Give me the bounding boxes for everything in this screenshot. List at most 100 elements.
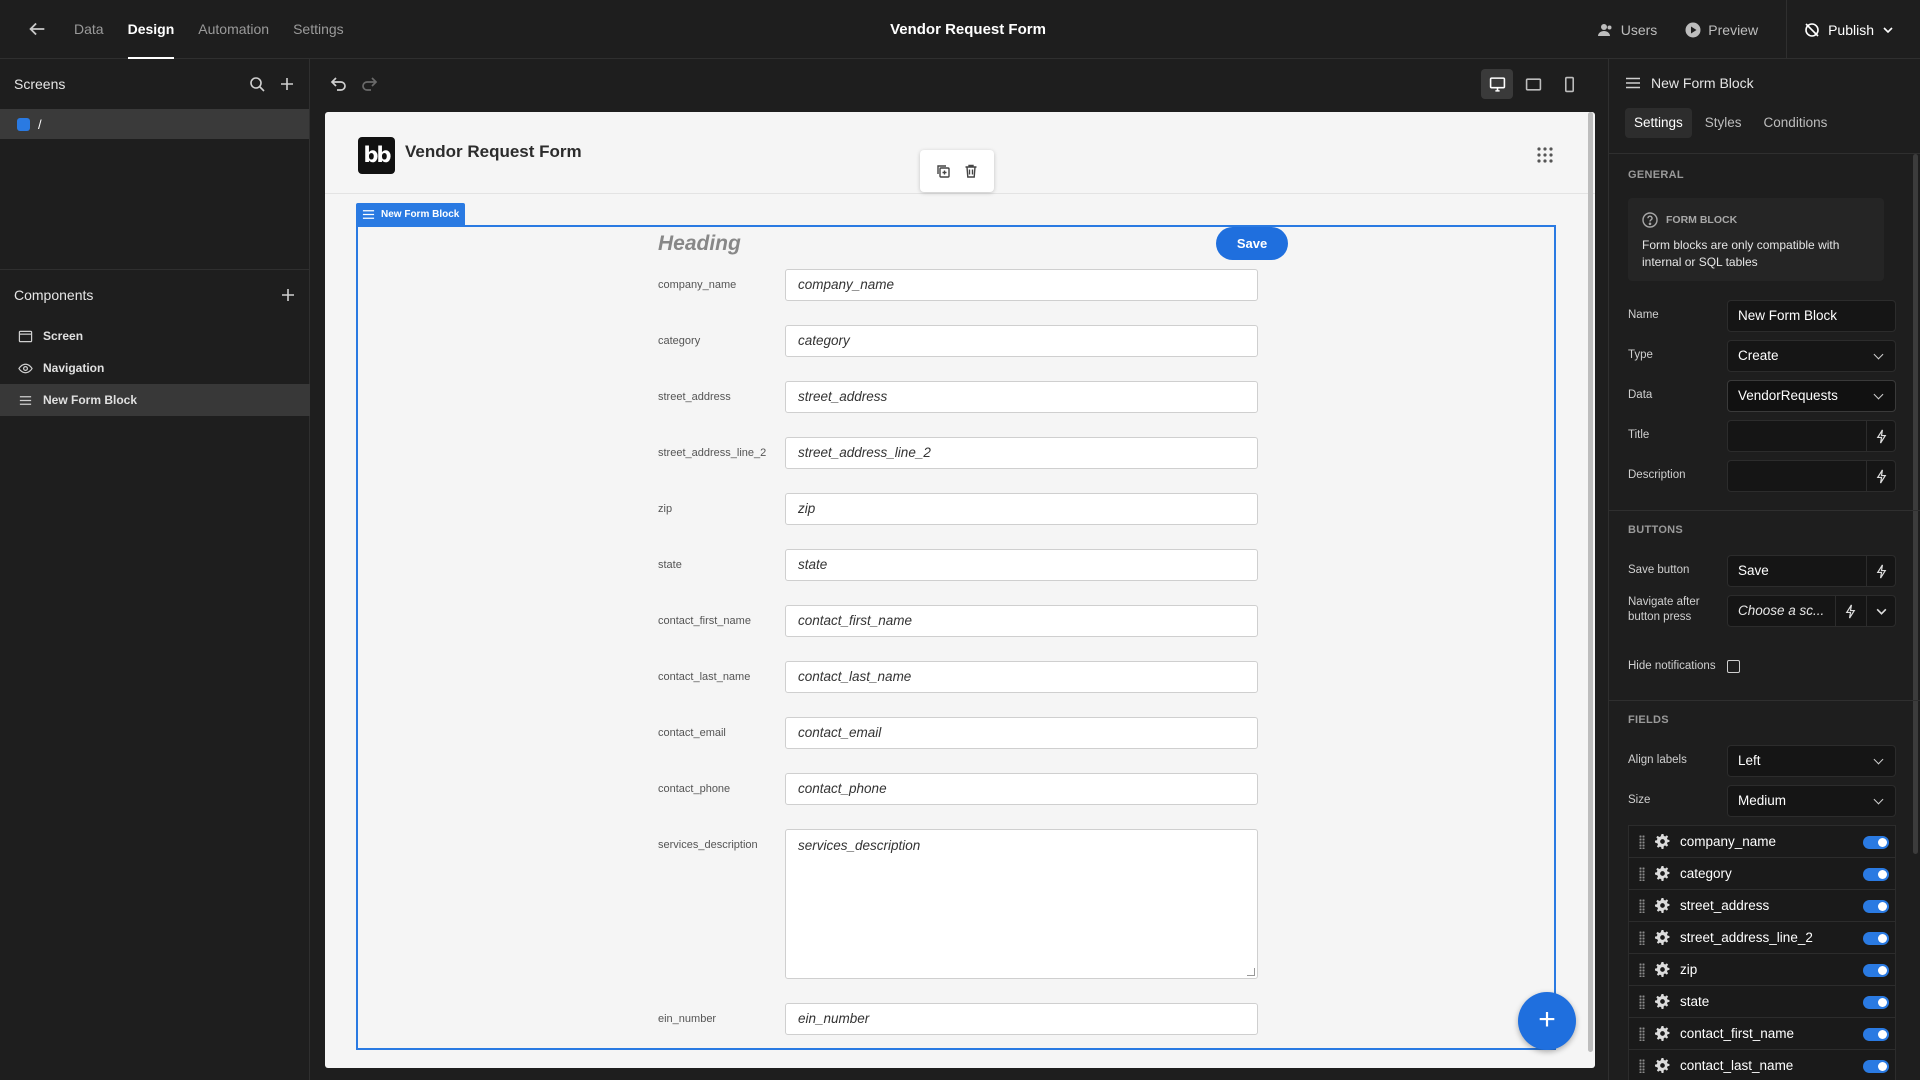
gear-icon[interactable]: [1655, 866, 1670, 881]
description-binding-button[interactable]: [1866, 460, 1896, 492]
field-label: contact_first_name: [658, 615, 751, 627]
tab-styles[interactable]: Styles: [1696, 108, 1751, 138]
publish-label: Publish: [1828, 21, 1874, 38]
type-select[interactable]: Create: [1727, 340, 1896, 372]
component-item-screen[interactable]: Screen: [0, 320, 310, 352]
field-input[interactable]: contact_last_name: [785, 661, 1258, 693]
form-block-tag[interactable]: New Form Block: [356, 203, 466, 225]
form-block-tag-label: New Form Block: [381, 208, 460, 220]
field-list-item[interactable]: state: [1628, 985, 1896, 1017]
add-component-fab[interactable]: +: [1518, 992, 1576, 1050]
size-select[interactable]: Medium: [1727, 785, 1896, 817]
field-toggle[interactable]: [1863, 1060, 1889, 1073]
field-input[interactable]: contact_phone: [785, 773, 1258, 805]
align-labels-select[interactable]: Left: [1727, 745, 1896, 777]
name-input[interactable]: New Form Block: [1727, 300, 1896, 332]
navigate-dropdown-button[interactable]: [1866, 595, 1896, 627]
field-input[interactable]: contact_email: [785, 717, 1258, 749]
field-toggle[interactable]: [1863, 868, 1889, 881]
gear-icon[interactable]: [1655, 930, 1670, 945]
eye-icon: [18, 363, 33, 373]
field-input[interactable]: category: [785, 325, 1258, 357]
form-block[interactable]: Heading Save company_name company_name c…: [356, 225, 1556, 1050]
field-input[interactable]: ein_number: [785, 1003, 1258, 1035]
undo-icon[interactable]: [328, 74, 348, 94]
field-toggle[interactable]: [1863, 900, 1889, 913]
preview-button[interactable]: Preview: [1685, 22, 1758, 38]
drag-handle-icon[interactable]: [1639, 1058, 1645, 1073]
field-input[interactable]: state: [785, 549, 1258, 581]
top-nav: Data Design Automation Settings: [74, 0, 344, 59]
add-screen-icon[interactable]: [279, 76, 295, 92]
search-icon[interactable]: [249, 76, 265, 92]
tab-data[interactable]: Data: [74, 0, 104, 59]
gear-icon[interactable]: [1655, 1026, 1670, 1041]
redo-icon[interactable]: [360, 74, 380, 94]
field-label: ein_number: [658, 1013, 717, 1025]
field-list-item[interactable]: contact_first_name: [1628, 1017, 1896, 1049]
form-save-button[interactable]: Save: [1216, 227, 1288, 260]
field-toggle[interactable]: [1863, 932, 1889, 945]
resize-handle[interactable]: [1247, 968, 1255, 976]
gear-icon[interactable]: [1655, 898, 1670, 913]
data-select[interactable]: VendorRequests: [1727, 380, 1896, 412]
drag-handle-icon[interactable]: [1639, 994, 1645, 1009]
field-list-label: street_address_line_2: [1680, 930, 1813, 945]
save-binding-button[interactable]: [1866, 555, 1896, 587]
desktop-view-button[interactable]: [1481, 69, 1513, 99]
drag-handle-icon[interactable]: [1639, 930, 1645, 945]
grid-menu-icon[interactable]: [1536, 146, 1554, 164]
tab-automation[interactable]: Automation: [198, 0, 269, 59]
field-input[interactable]: company_name: [785, 269, 1258, 301]
field-toggle[interactable]: [1863, 964, 1889, 977]
component-label: Screen: [43, 329, 84, 343]
drag-handle-icon[interactable]: [1639, 866, 1645, 881]
screen-item-root[interactable]: /: [0, 109, 309, 139]
settings-scrollbar[interactable]: [1913, 154, 1918, 854]
field-list-item[interactable]: street_address: [1628, 889, 1896, 921]
lightning-icon: [1876, 564, 1887, 578]
field-input[interactable]: street_address_line_2: [785, 437, 1258, 469]
add-component-icon[interactable]: [280, 287, 296, 303]
tab-design[interactable]: Design: [127, 0, 174, 59]
preview-scrollbar[interactable]: [1588, 112, 1593, 1052]
field-list-item[interactable]: company_name: [1628, 825, 1896, 857]
drag-handle-icon[interactable]: [1639, 898, 1645, 913]
gear-icon[interactable]: [1655, 834, 1670, 849]
field-list-item[interactable]: category: [1628, 857, 1896, 889]
field-toggle[interactable]: [1863, 996, 1889, 1009]
field-toggle[interactable]: [1863, 836, 1889, 849]
field-list-item[interactable]: contact_last_name: [1628, 1049, 1896, 1080]
component-item-new-form-block[interactable]: New Form Block: [0, 384, 310, 416]
navigate-binding-button[interactable]: [1835, 595, 1865, 627]
field-label: street_address: [658, 391, 731, 403]
tab-conditions[interactable]: Conditions: [1755, 108, 1837, 138]
tab-settings[interactable]: Settings: [293, 0, 344, 59]
tab-settings-panel[interactable]: Settings: [1625, 108, 1692, 138]
description-label: Description: [1628, 469, 1686, 481]
field-list-item[interactable]: street_address_line_2: [1628, 921, 1896, 953]
drag-handle-icon[interactable]: [1639, 1026, 1645, 1041]
field-list-item[interactable]: zip: [1628, 953, 1896, 985]
title-binding-button[interactable]: [1866, 420, 1896, 452]
field-textarea[interactable]: services_description: [785, 829, 1258, 979]
field-input[interactable]: zip: [785, 493, 1258, 525]
field-toggle[interactable]: [1863, 1028, 1889, 1041]
duplicate-icon[interactable]: [935, 163, 951, 179]
field-input[interactable]: street_address: [785, 381, 1258, 413]
drag-handle-icon[interactable]: [1639, 962, 1645, 977]
back-arrow-icon[interactable]: [26, 18, 50, 42]
field-input[interactable]: contact_first_name: [785, 605, 1258, 637]
component-toolbar: [920, 150, 994, 192]
gear-icon[interactable]: [1655, 994, 1670, 1009]
gear-icon[interactable]: [1655, 962, 1670, 977]
hide-notifications-checkbox[interactable]: [1727, 660, 1740, 673]
tablet-view-button[interactable]: [1517, 69, 1549, 99]
gear-icon[interactable]: [1655, 1058, 1670, 1073]
users-button[interactable]: Users: [1597, 22, 1657, 38]
drag-handle-icon[interactable]: [1639, 834, 1645, 849]
mobile-view-button[interactable]: [1553, 69, 1585, 99]
publish-button[interactable]: Publish: [1786, 0, 1920, 59]
delete-icon[interactable]: [963, 163, 979, 179]
component-item-navigation[interactable]: Navigation: [0, 352, 310, 384]
